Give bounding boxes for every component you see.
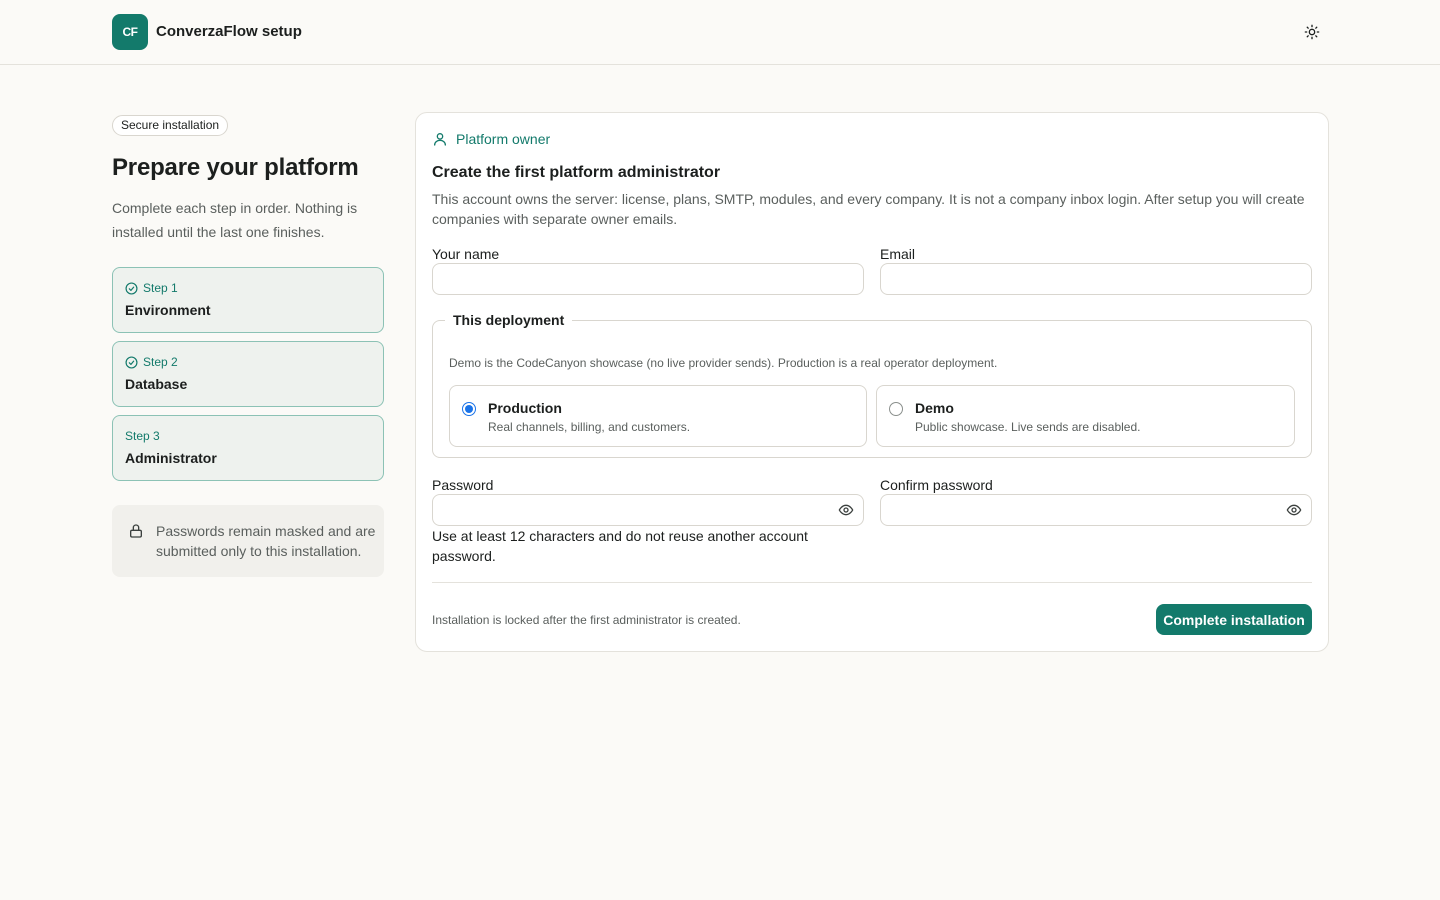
toggle-password-visibility-button[interactable] bbox=[836, 500, 856, 520]
eye-icon bbox=[838, 504, 854, 516]
eye-icon bbox=[1286, 504, 1302, 516]
deployment-option-production[interactable]: Production Real channels, billing, and c… bbox=[449, 385, 867, 447]
name-label: Your name bbox=[432, 246, 500, 262]
email-input[interactable] bbox=[880, 263, 1312, 295]
install-lock-note: Installation is locked after the first a… bbox=[432, 613, 741, 627]
complete-installation-button[interactable]: Complete installation bbox=[1156, 604, 1312, 635]
option-title: Production bbox=[488, 400, 562, 416]
option-description: Real channels, billing, and customers. bbox=[488, 420, 691, 434]
user-icon bbox=[434, 133, 446, 146]
step-name: Environment bbox=[125, 302, 211, 318]
card-eyebrow: Platform owner bbox=[432, 131, 550, 147]
option-description: Public showcase. Live sends are disabled… bbox=[915, 420, 1141, 434]
confirm-password-input[interactable] bbox=[880, 494, 1312, 526]
check-circle-icon bbox=[125, 355, 138, 369]
email-label: Email bbox=[880, 246, 916, 262]
deployment-option-demo[interactable]: Demo Public showcase. Live sends are dis… bbox=[876, 385, 1295, 447]
eyebrow-label: Platform owner bbox=[456, 131, 551, 147]
toggle-confirm-password-visibility-button[interactable] bbox=[1284, 500, 1304, 520]
card-title: Create the first platform administrator bbox=[432, 164, 721, 181]
lock-icon bbox=[130, 524, 142, 538]
password-input[interactable] bbox=[432, 494, 864, 526]
demo-radio[interactable] bbox=[889, 402, 903, 416]
divider bbox=[432, 582, 1312, 583]
deployment-fieldset: This deployment Demo is the CodeCanyon s… bbox=[432, 312, 1312, 458]
step-number: Step 1 bbox=[143, 281, 178, 295]
deployment-description: Demo is the CodeCanyon showcase (no live… bbox=[449, 356, 998, 370]
app-title: ConverzaFlow setup bbox=[156, 23, 302, 40]
step-administrator[interactable]: Step 3 Administrator bbox=[112, 415, 384, 481]
card-description: This account owns the server: license, p… bbox=[432, 191, 1305, 227]
step-number: Step 2 bbox=[143, 355, 178, 369]
confirm-password-label: Confirm password bbox=[880, 477, 993, 493]
name-input[interactable] bbox=[432, 263, 864, 295]
admin-setup-card: Platform owner Create the first platform… bbox=[415, 112, 1329, 652]
top-bar: CF ConverzaFlow setup bbox=[0, 0, 1440, 65]
step-number: Step 3 bbox=[125, 429, 160, 443]
option-title: Demo bbox=[915, 400, 954, 416]
theme-toggle-button[interactable] bbox=[1300, 20, 1324, 44]
sun-icon bbox=[1304, 24, 1320, 40]
app-logo: CF bbox=[112, 14, 148, 50]
page-subtitle: Complete each step in order. Nothing is … bbox=[112, 200, 358, 240]
password-hint: Use at least 12 characters and do not re… bbox=[432, 528, 808, 564]
step-name: Administrator bbox=[125, 450, 217, 466]
secure-installation-badge: Secure installation bbox=[112, 115, 229, 136]
security-note: Passwords remain masked and are submitte… bbox=[112, 505, 384, 577]
security-note-text: Passwords remain masked and are submitte… bbox=[156, 523, 376, 559]
deployment-legend: This deployment bbox=[453, 312, 565, 328]
check-circle-icon bbox=[125, 281, 138, 295]
step-database[interactable]: Step 2 Database bbox=[112, 341, 384, 407]
page-title: Prepare your platform bbox=[112, 154, 359, 181]
step-name: Database bbox=[125, 376, 188, 392]
production-radio[interactable] bbox=[462, 402, 476, 416]
password-label: Password bbox=[432, 477, 494, 493]
step-environment[interactable]: Step 1 Environment bbox=[112, 267, 384, 333]
